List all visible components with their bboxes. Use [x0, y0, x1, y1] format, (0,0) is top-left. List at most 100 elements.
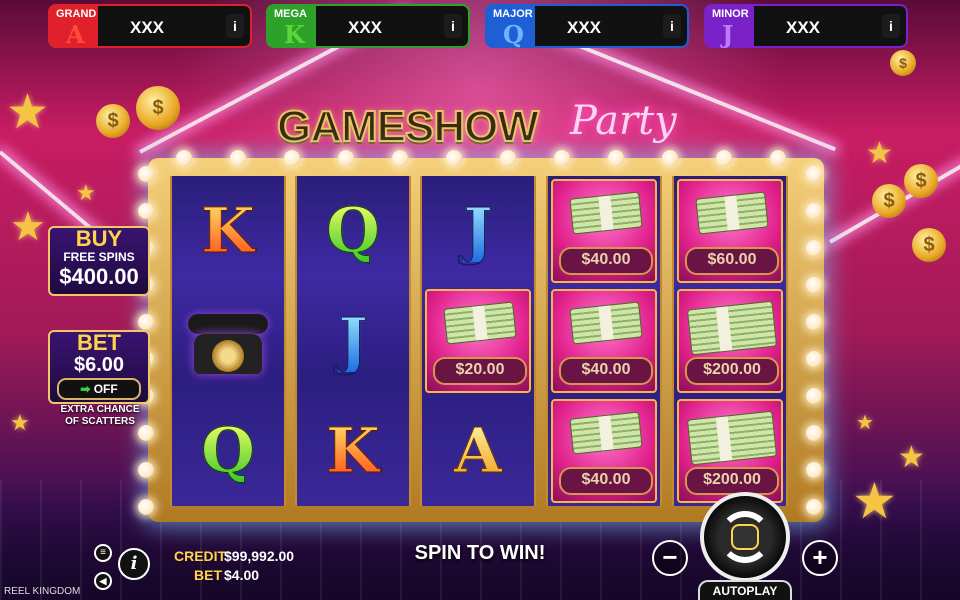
symbol-glyph: J — [338, 304, 368, 377]
reel-1: KQ — [170, 176, 286, 506]
cash-stack-icon — [569, 301, 643, 345]
marquee-bulb — [806, 462, 822, 478]
symbol-money: $200.00 — [674, 286, 786, 396]
ante-caption-line1: EXTRA CHANCE — [60, 404, 140, 415]
info-icon: i — [130, 553, 138, 574]
jackpot-info-button[interactable]: i — [663, 14, 681, 38]
star-icon: ★ — [898, 441, 925, 474]
bet-increase-button[interactable]: + — [802, 540, 838, 576]
symbol-phone — [172, 286, 284, 396]
jackpot-info-button[interactable]: i — [444, 14, 462, 38]
marquee-bulb — [500, 150, 516, 166]
spin-arrows-icon — [719, 511, 771, 563]
symbol-a: A — [422, 396, 534, 506]
jackpot-label: GRAND — [56, 8, 97, 20]
menu-button[interactable]: ≡ — [94, 544, 112, 562]
jackpot-value: XXX — [348, 18, 383, 37]
marquee-bulb — [138, 314, 154, 330]
sound-button[interactable]: ◀ — [94, 572, 112, 590]
jackpot-value: XXX — [567, 18, 602, 37]
arrow-right-icon: ➡ — [80, 382, 91, 396]
money-tile: $200.00 — [677, 289, 783, 393]
bet-decrease-button[interactable]: − — [652, 540, 688, 576]
buy-free-spins-button[interactable]: BUY FREE SPINS $400.00 — [48, 226, 150, 296]
jackpot-value: XXX — [786, 18, 821, 37]
cash-stack-icon — [695, 191, 769, 235]
jackpot-letter: J — [722, 20, 734, 49]
symbol-glyph: K — [326, 414, 381, 487]
star-icon: ★ — [856, 412, 874, 434]
symbol-j: J — [422, 176, 534, 286]
cash-stack-icon — [443, 301, 517, 345]
marquee-bulb — [806, 277, 822, 293]
jackpot-info-button[interactable]: i — [226, 14, 244, 38]
autoplay-button[interactable]: AUTOPLAY — [698, 580, 792, 600]
symbol-money: $40.00 — [548, 286, 660, 396]
credit-value: $99,992.00 — [224, 548, 295, 564]
marquee-bulb — [716, 150, 732, 166]
money-amount: $20.00 — [433, 357, 527, 385]
jackpot-info-button[interactable]: i — [882, 14, 900, 38]
marquee-bulb — [138, 203, 154, 219]
star-icon: ★ — [10, 410, 30, 435]
bet-value: $4.00 — [224, 567, 260, 583]
symbol-money: $60.00 — [674, 176, 786, 286]
gorilla-icon — [731, 524, 759, 550]
symbol-money: $40.00 — [548, 176, 660, 286]
marquee-bulb — [446, 150, 462, 166]
control-bar: ≡ ◀ i CREDIT $99,992.00 BET $4.00 SPIN T… — [0, 492, 960, 600]
ante-toggle[interactable]: ➡ OFF — [57, 378, 141, 400]
cash-stack-icon — [569, 411, 643, 455]
coin-icon: $ — [136, 86, 180, 130]
money-tile: $40.00 — [551, 399, 657, 503]
marquee-bulb — [806, 203, 822, 219]
marquee-bulb — [554, 150, 570, 166]
symbol-glyph: Q — [200, 414, 255, 487]
symbol-glyph: A — [453, 414, 503, 487]
coin-icon: $ — [96, 104, 130, 138]
credit-label: CREDIT — [174, 548, 227, 564]
status-message: SPIN TO WIN! — [414, 542, 546, 564]
symbol-glyph: J — [463, 194, 493, 267]
jackpot-letter: Q — [503, 20, 524, 49]
marquee-bulb — [806, 314, 822, 330]
marquee-bulb — [806, 240, 822, 256]
marquee-bulb — [770, 150, 786, 166]
money-amount: $60.00 — [685, 247, 779, 275]
marquee-bulb — [176, 150, 192, 166]
plus-icon: + — [812, 542, 828, 572]
symbol-money: $20.00 — [422, 286, 534, 396]
money-tile: $200.00 — [677, 399, 783, 503]
marquee-bulb — [608, 150, 624, 166]
symbol-money: $200.00 — [674, 396, 786, 506]
bet-label: BET — [194, 567, 222, 583]
jackpot-letter: K — [284, 20, 305, 49]
money-amount: $40.00 — [559, 467, 653, 495]
star-icon: ★ — [852, 473, 897, 529]
reel-2: QJK — [295, 176, 411, 506]
money-amount: $40.00 — [559, 247, 653, 275]
marquee-bulb — [138, 499, 154, 515]
money-amount: $200.00 — [685, 357, 779, 385]
marquee-bulb — [662, 150, 678, 166]
ante-caption: EXTRA CHANCE OF SCATTERS — [46, 404, 154, 428]
minus-icon: − — [662, 542, 678, 572]
info-button[interactable]: i — [118, 548, 150, 580]
jackpot-minor: MINOR J XXX i — [704, 4, 908, 49]
money-tile: $40.00 — [551, 289, 657, 393]
coin-icon: $ — [890, 50, 916, 76]
jackpot-label: MAJOR — [493, 8, 533, 20]
ante-caption-line2: OF SCATTERS — [65, 416, 135, 427]
jackpot-grand: GRAND A XXX i — [48, 4, 252, 49]
symbol-q: Q — [172, 396, 284, 506]
rotary-phone-icon — [188, 306, 268, 376]
marquee-bulb — [806, 351, 822, 367]
ante-amount: $6.00 — [73, 354, 125, 376]
spin-button[interactable] — [700, 492, 790, 582]
ante-bet-panel: BET $6.00 ➡ OFF — [48, 330, 150, 404]
jackpot-label: MEGA — [274, 8, 307, 20]
buy-price: $400.00 — [59, 264, 139, 289]
autoplay-label: AUTOPLAY — [712, 584, 778, 598]
money-tile: $20.00 — [425, 289, 531, 393]
cash-stack-icon — [686, 410, 778, 466]
